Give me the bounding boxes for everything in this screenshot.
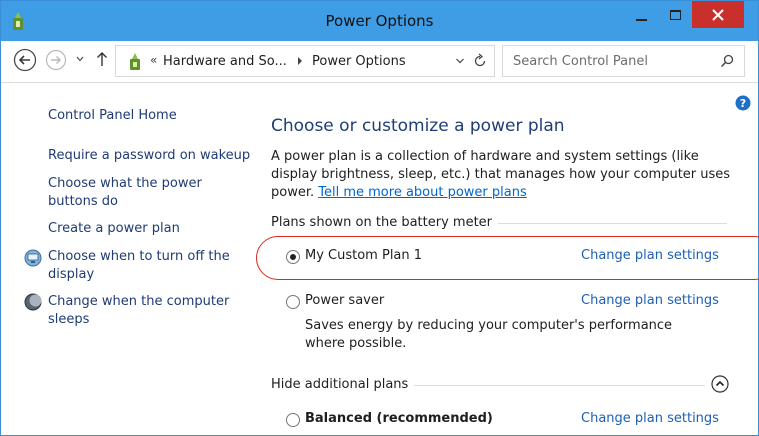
sidebar-item-control-panel-home[interactable]: Control Panel Home [48, 107, 177, 125]
navigation-bar: « Hardware and So... Power Options Searc… [1, 41, 758, 83]
search-placeholder: Search Control Panel [513, 54, 648, 69]
sidebar-item-turn-off-display[interactable]: Choose when to turn off the display [48, 248, 230, 284]
sidebar-item-label: display [48, 267, 95, 282]
plan-radio-power-saver[interactable] [286, 295, 300, 309]
address-bar[interactable]: « Hardware and So... Power Options [115, 45, 495, 77]
sidebar-item-label: Change when the computer [48, 294, 230, 309]
tell-me-more-link[interactable]: Tell me more about power plans [318, 185, 526, 200]
page-title: Choose or customize a power plan [271, 116, 565, 136]
breadcrumb-hardware-and-sound[interactable]: Hardware and So... [163, 54, 287, 69]
search-icon[interactable] [720, 54, 734, 68]
breadcrumb-power-options[interactable]: Power Options [312, 54, 406, 69]
control-panel-icon [130, 53, 140, 70]
intro-paragraph: A power plan is a collection of hardware… [271, 148, 746, 202]
monitor-icon [24, 249, 42, 267]
help-icon[interactable]: ? [735, 95, 751, 111]
sidebar-item-label: buttons do [48, 194, 118, 209]
moon-icon [24, 293, 42, 311]
maximize-icon [669, 10, 681, 20]
close-button[interactable] [692, 1, 744, 28]
minimize-icon [635, 19, 647, 21]
highlight-annotation [256, 236, 759, 280]
sidebar-item-computer-sleeps[interactable]: Change when the computer sleeps [48, 293, 229, 329]
sidebar-item-create-power-plan[interactable]: Create a power plan [48, 220, 180, 238]
title-bar[interactable]: Power Options [1, 1, 758, 41]
close-icon [712, 8, 724, 21]
back-button[interactable] [13, 48, 37, 72]
sidebar-item-require-password[interactable]: Require a password on wakeup [48, 147, 250, 165]
plan-name: Balanced (recommended) [305, 411, 493, 426]
sidebar-item-label: Require a password on wakeup [48, 148, 251, 163]
forward-button[interactable] [45, 49, 67, 71]
recent-locations-dropdown[interactable] [73, 52, 87, 66]
collapse-chevron-icon[interactable] [711, 375, 729, 393]
minimize-button[interactable] [624, 1, 658, 29]
plan-name: Power saver [305, 293, 385, 308]
power-options-window: Power Options « Hardware and So... Power… [0, 0, 759, 436]
breadcrumb-separator-icon[interactable] [296, 56, 304, 66]
change-plan-settings-link-power-saver[interactable]: Change plan settings [581, 293, 719, 308]
sidebar-item-label: Choose when to turn off the [48, 249, 230, 264]
hide-additional-plans-label[interactable]: Hide additional plans [271, 377, 415, 392]
sidebar-item-power-buttons[interactable]: Choose what the power buttons do [48, 175, 202, 211]
plan-radio-balanced[interactable] [286, 413, 300, 427]
sidebar-item-label: Choose what the power [48, 176, 202, 191]
sidebar-item-label: Create a power plan [48, 221, 180, 236]
plan-description: Saves energy by reducing your computer's… [305, 318, 673, 351]
overflow-chevron[interactable]: « [150, 53, 157, 67]
sidebar-item-label: Control Panel Home [48, 108, 177, 123]
change-plan-settings-link-balanced[interactable]: Change plan settings [581, 411, 719, 426]
battery-meter-section-label: Plans shown on the battery meter [271, 215, 499, 230]
sidebar-item-label: sleeps [48, 312, 90, 327]
up-arrow-button[interactable] [95, 51, 109, 67]
search-box[interactable]: Search Control Panel [502, 45, 745, 77]
address-dropdown-icon[interactable] [454, 55, 466, 67]
svg-text:?: ? [740, 97, 746, 110]
refresh-icon[interactable] [472, 53, 488, 69]
maximize-button[interactable] [658, 1, 692, 29]
